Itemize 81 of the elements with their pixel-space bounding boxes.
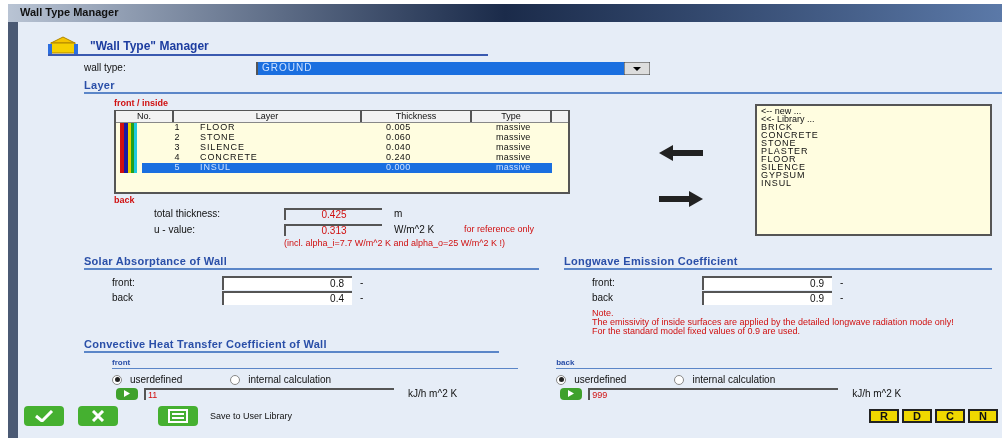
side-label: front	[112, 357, 131, 367]
play-icon	[124, 390, 130, 398]
radio-button[interactable]	[230, 374, 241, 385]
radio-label: userdefined	[574, 373, 627, 386]
field-label: wall type:	[84, 62, 127, 74]
library-item[interactable]: PLASTER	[761, 147, 990, 156]
number-field[interactable]: 0.4	[222, 291, 352, 306]
u-value-note: (incl. alpha_i=7.7 W/m^2 K and alpha_o=25 W/m^2 K !)	[283, 237, 507, 249]
letter-button[interactable]: R	[869, 408, 899, 423]
checkmark-icon	[34, 409, 54, 422]
section-heading: Convective Heat Transfer Coefficient of Wall	[84, 337, 327, 350]
field-label: u - value:	[154, 223, 197, 236]
section-heading: Longwave Emission Coefficient	[564, 254, 738, 267]
cancel-button[interactable]	[78, 405, 118, 426]
radio-button[interactable]	[556, 374, 567, 385]
reference-note: for reference only	[464, 224, 535, 236]
unit-label: -	[360, 292, 364, 305]
wall-type-dropdown[interactable]: GROUND	[256, 61, 650, 75]
back-label: back	[114, 195, 136, 206]
library-item[interactable]: SILENCE	[761, 163, 990, 172]
unit-label: -	[360, 277, 364, 290]
dropdown-arrow-icon	[624, 61, 650, 75]
unit-label: kJ/h m^2 K	[852, 387, 902, 400]
library-item[interactable]: INSUL	[761, 179, 990, 188]
section-heading: Layer	[84, 79, 115, 91]
manager-title: "Wall Type" Manager	[90, 38, 209, 54]
field-label: front:	[592, 277, 616, 290]
library-item[interactable]: STONE	[761, 139, 990, 148]
radio-label: internal calculation	[692, 373, 776, 386]
column-header: Thickness	[362, 111, 472, 122]
play-icon	[568, 390, 575, 398]
field-label: back	[112, 292, 135, 305]
side-label: back	[556, 357, 575, 367]
radio-label: internal calculation	[248, 373, 332, 386]
ok-button[interactable]	[24, 405, 64, 426]
column-header: Type	[472, 111, 552, 122]
library-item[interactable]: BRICK	[761, 123, 990, 132]
coefficient-field[interactable]: 999	[588, 387, 839, 400]
letter-button[interactable]: N	[968, 408, 998, 423]
library-item[interactable]: FLOOR	[761, 155, 990, 164]
radio-button[interactable]	[674, 374, 685, 385]
radio-label: userdefined	[130, 373, 183, 386]
table-row[interactable]: 5 INSUL 0.000 massive	[142, 163, 552, 173]
field-label: total thickness:	[154, 207, 222, 220]
field-label: back	[592, 292, 615, 305]
unit-label: W/m^2 K	[394, 223, 436, 236]
save-icon	[168, 408, 188, 423]
window-title: Wall Type Manager	[20, 6, 119, 20]
save-label: Save to User Library	[210, 410, 293, 422]
unit-label: -	[840, 292, 844, 305]
right-arrow-icon[interactable]	[658, 191, 703, 208]
radio-button[interactable]	[112, 374, 122, 385]
front-inside-label: front / inside	[114, 98, 169, 109]
library-item[interactable]: <-- new ...	[761, 107, 990, 116]
house-icon	[48, 36, 78, 54]
save-library-button[interactable]	[158, 405, 198, 426]
coefficient-field[interactable]: 11	[144, 387, 394, 400]
field-label: front:	[112, 277, 136, 290]
number-field[interactable]: 0.8	[222, 276, 352, 291]
number-field[interactable]: 0.9	[702, 276, 832, 291]
emissivity-note: Note. The emissivity of inside surfaces are applied by the detailed longwave radiation mode only! For the standard model fixed values of 0.9 are used.	[592, 308, 955, 336]
close-icon	[91, 409, 105, 422]
library-item[interactable]: GYPSUM	[761, 171, 990, 180]
letter-button[interactable]: C	[935, 408, 965, 423]
readonly-field: 0.313	[284, 223, 382, 236]
table-row[interactable]: 1 FLOOR 0.005 massive	[142, 123, 552, 133]
table-row[interactable]: 3 SILENCE 0.040 massive	[142, 143, 552, 153]
left-arrow-icon[interactable]	[658, 145, 703, 162]
unit-label: m	[394, 207, 404, 220]
library-item[interactable]: <<- Library ...	[761, 115, 990, 124]
unit-label: -	[840, 277, 844, 290]
table-row[interactable]: 2 STONE 0.060 massive	[142, 133, 552, 143]
column-header: No.	[116, 111, 174, 122]
number-field[interactable]: 0.9	[702, 291, 832, 306]
table-row[interactable]: 4 CONCRETE 0.240 massive	[142, 153, 552, 163]
readonly-field: 0.425	[284, 207, 382, 220]
letter-button[interactable]: D	[902, 408, 932, 423]
section-heading: Solar Absorptance of Wall	[84, 254, 227, 267]
unit-label: kJ/h m^2 K	[408, 387, 458, 400]
library-item[interactable]: CONCRETE	[761, 131, 990, 140]
column-header: Layer	[174, 111, 362, 122]
